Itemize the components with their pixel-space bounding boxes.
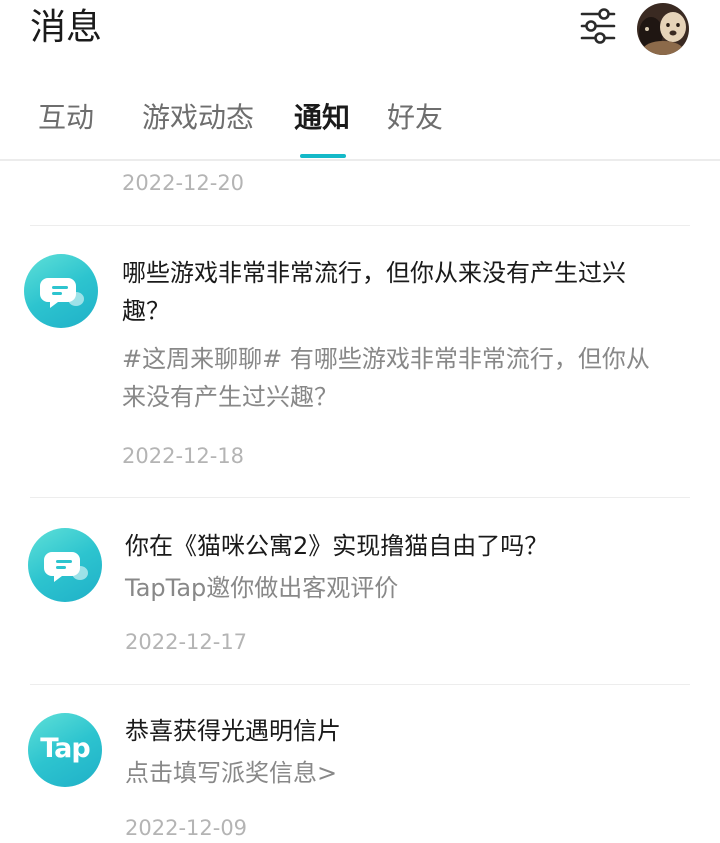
divider (30, 225, 690, 226)
avatar-image-icon (637, 3, 689, 55)
divider (30, 497, 690, 498)
page-title: 消息 (30, 7, 103, 48)
message-icon[interactable]: Tap (28, 713, 102, 787)
message-body: #这周来聊聊# 有哪些游戏非常非常流行，但你从 来没有产生过兴趣？ (122, 340, 702, 416)
taptap-logo-icon: Tap (40, 733, 90, 764)
tab-friends[interactable]: 好友 (387, 94, 443, 142)
message-icon[interactable] (28, 528, 102, 602)
message-date: 2022-12-18 (122, 444, 245, 468)
message-body-line: 来没有产生过兴趣？ (122, 383, 338, 411)
message-body-link[interactable]: 点击填写派奖信息> (125, 754, 337, 792)
tab-bar: 互动 游戏动态 通知 好友 (0, 94, 720, 160)
message-title-line: 趣？ (122, 297, 170, 325)
app-header: 消息 (0, 0, 720, 80)
user-avatar[interactable] (637, 3, 689, 55)
message-body: TapTap邀你做出客观评价 (125, 574, 399, 602)
message-title[interactable]: 哪些游戏非常非常流行，但你从来没有产生过兴 趣？ (122, 254, 702, 330)
chat-bubble-icon (40, 278, 84, 308)
message-icon[interactable] (24, 254, 98, 328)
message-date: 2022-12-09 (125, 816, 248, 840)
message-title-line: 哪些游戏非常非常流行，但你从来没有产生过兴 (122, 259, 626, 287)
message-date: 2022-12-17 (125, 630, 248, 654)
message-title[interactable]: 你在《猫咪公寓2》实现撸猫自由了吗？ (125, 527, 548, 565)
active-tab-indicator (300, 154, 346, 158)
message-date: 2022-12-20 (122, 171, 245, 195)
divider (30, 684, 690, 685)
tabs-divider (0, 159, 720, 161)
filter-button[interactable] (576, 4, 620, 48)
tab-interaction[interactable]: 互动 (38, 94, 94, 142)
tab-notifications[interactable]: 通知 (294, 94, 350, 142)
message-title[interactable]: 恭喜获得光遇明信片 (125, 712, 341, 750)
sliders-icon (580, 8, 616, 44)
chat-bubble-icon (44, 552, 88, 582)
message-body-line: #这周来聊聊# 有哪些游戏非常非常流行，但你从 (122, 345, 650, 373)
tab-game-news[interactable]: 游戏动态 (142, 94, 254, 142)
